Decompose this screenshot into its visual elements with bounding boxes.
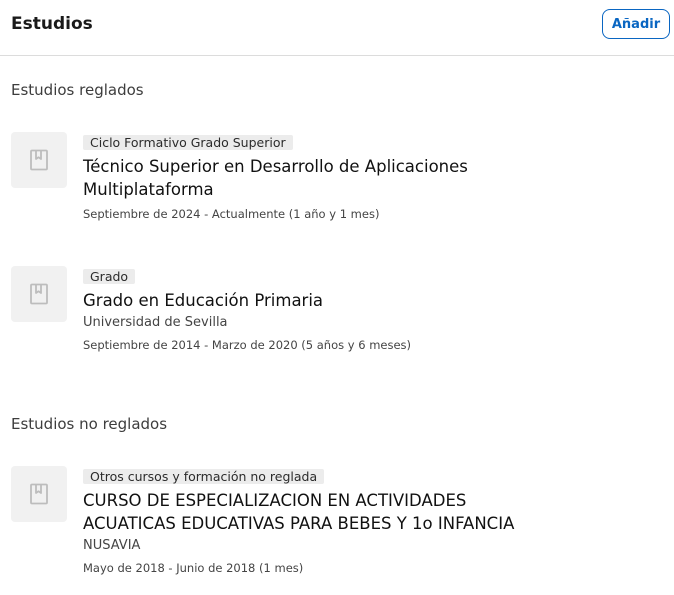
section-title-no-reglados: Estudios no reglados — [11, 415, 168, 433]
entry-thumbnail — [11, 466, 67, 522]
entry-thumbnail — [11, 266, 67, 322]
education-title: Técnico Superior en Desarrollo de Aplica… — [83, 157, 468, 199]
education-title: CURSO DE ESPECIALIZACION EN ACTIVIDADES … — [83, 491, 515, 533]
section-title-reglados: Estudios reglados — [11, 81, 144, 99]
education-dates: Septiembre de 2024 - Actualmente (1 año … — [83, 207, 380, 221]
book-icon — [30, 483, 48, 505]
book-icon — [30, 149, 48, 171]
education-type-badge: Otros cursos y formación no reglada — [83, 469, 325, 484]
education-title: Grado en Educación Primaria — [83, 291, 324, 310]
education-institution: Universidad de Sevilla — [83, 315, 228, 330]
book-icon — [30, 283, 48, 305]
education-dates: Septiembre de 2014 - Marzo de 2020 (5 añ… — [83, 338, 412, 352]
page-header: Estudios Añadir — [0, 0, 674, 56]
education-type-badge: Grado — [83, 269, 136, 284]
entry-thumbnail — [11, 132, 67, 188]
education-institution: NUSAVIA — [83, 538, 141, 553]
education-dates: Mayo de 2018 - Junio de 2018 (1 mes) — [83, 561, 304, 575]
education-type-badge: Ciclo Formativo Grado Superior — [83, 135, 293, 150]
page-title: Estudios — [11, 14, 93, 34]
add-button[interactable]: Añadir — [602, 9, 670, 39]
